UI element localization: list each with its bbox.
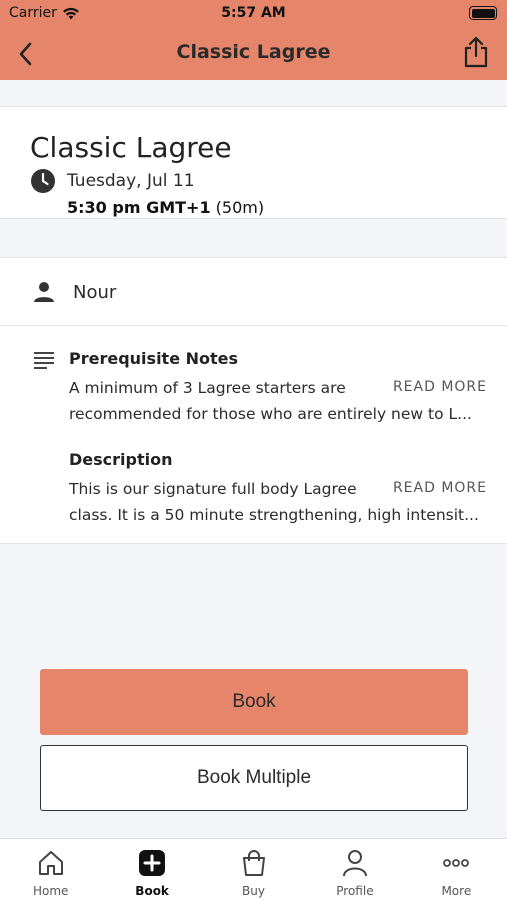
plus-square-icon [138,849,166,877]
description-line-2: class. It is a 50 minute strengthening, … [69,506,479,524]
book-multiple-button[interactable]: Book Multiple [40,745,468,811]
description-line-1: This is our signature full body Lagree [69,480,357,498]
tab-profile-label: Profile [336,884,374,898]
tab-profile[interactable]: Profile [304,839,405,900]
book-button[interactable]: Book [40,669,468,735]
class-title: Classic Lagree [30,131,232,164]
class-duration: (50m) [215,198,265,217]
instructor-row[interactable]: Nour [0,258,507,326]
tab-home[interactable]: Home [0,839,101,900]
description-read-more-link[interactable]: READ MORE [393,480,487,496]
prerequisite-read-more-link[interactable]: READ MORE [393,379,487,395]
prerequisite-notes-line-2: recommended for those who are entirely n… [69,405,472,423]
tab-buy-label: Buy [242,884,265,898]
share-icon [464,36,488,68]
class-date: Tuesday, Jul 11 [67,171,195,191]
instructor-name: Nour [73,282,117,303]
share-button[interactable] [461,35,491,69]
home-icon [37,849,65,877]
person-icon [34,282,54,302]
class-details-card: Nour Prerequisite Notes A minimum of 3 L… [0,257,507,544]
clock-icon [31,169,55,193]
class-summary-card: Classic Lagree Tuesday, Jul 11 5:30 pm G… [0,106,507,219]
more-icon [442,849,470,877]
prerequisite-notes-line-1: A minimum of 3 Lagree starters are [69,379,346,397]
user-icon [341,849,369,877]
tab-book[interactable]: Book [101,839,202,900]
battery-icon [469,6,497,20]
status-bar: Carrier 5:57 AM [0,0,507,28]
shopping-bag-icon [240,849,268,877]
description-title: Description [69,450,173,469]
class-start-time: 5:30 pm GMT+1 [67,198,211,217]
class-time: 5:30 pm GMT+1 (50m) [67,198,264,217]
page-title: Classic Lagree [176,41,331,63]
tab-bar: Home Book Buy Profile More [0,838,507,900]
status-time: 5:57 AM [221,5,286,21]
tab-book-label: Book [135,884,169,898]
tab-buy[interactable]: Buy [203,839,304,900]
tab-home-label: Home [32,884,69,898]
nav-bar: Classic Lagree [0,28,507,80]
prerequisite-notes-title: Prerequisite Notes [69,349,239,368]
tab-more-label: More [441,884,472,898]
notes-icon [34,352,54,369]
tab-more[interactable]: More [406,839,507,900]
header: Carrier 5:57 AM Classic Lagree [0,0,507,80]
